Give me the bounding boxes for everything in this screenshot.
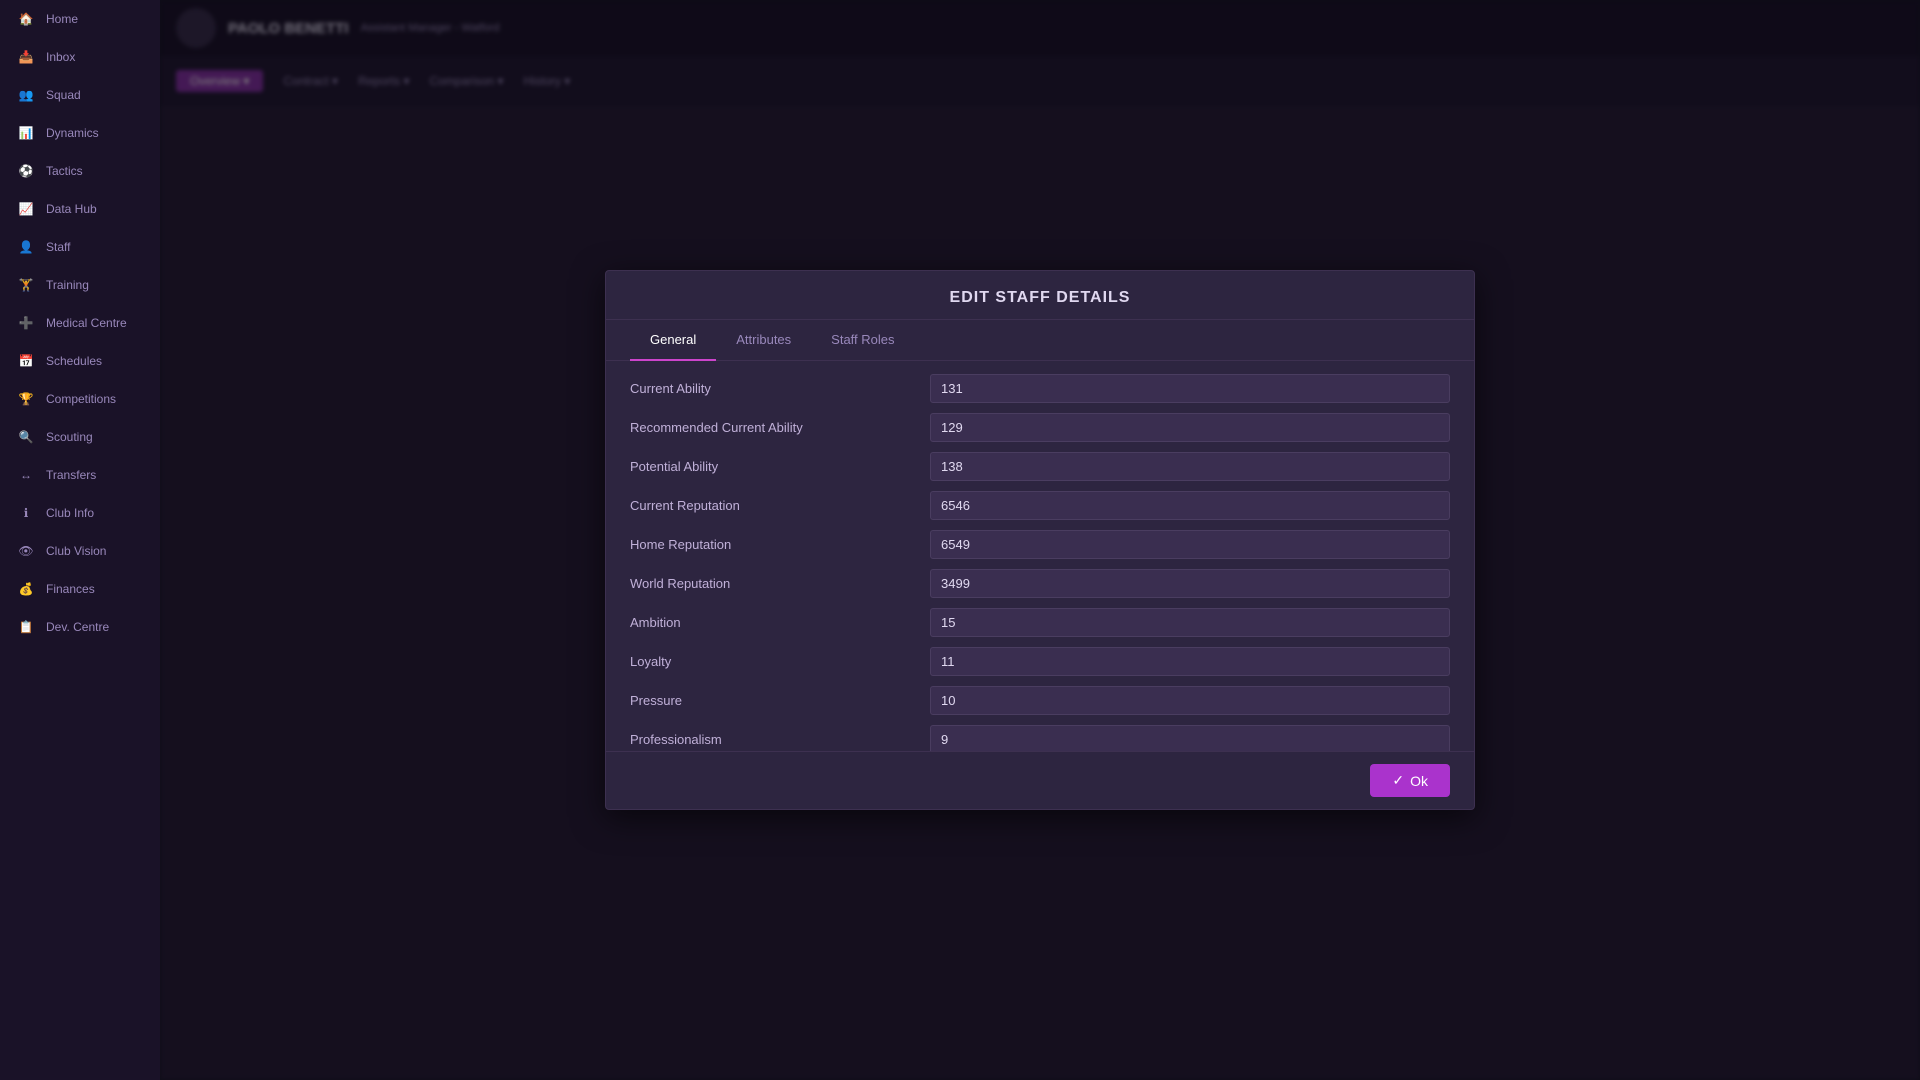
label-current-reputation: Current Reputation <box>630 498 930 513</box>
sidebar-item-medical[interactable]: ➕ Medical Centre <box>0 304 160 342</box>
label-recommended-ability: Recommended Current Ability <box>630 420 930 435</box>
form-row-ambition: Ambition <box>630 603 1450 642</box>
tab-attributes[interactable]: Attributes <box>716 320 811 361</box>
sidebar-label-medical: Medical Centre <box>46 316 127 330</box>
sidebar-label-schedules: Schedules <box>46 354 102 368</box>
clubvision-icon: 👁 <box>16 541 36 561</box>
label-world-reputation: World Reputation <box>630 576 930 591</box>
modal-title: EDIT STAFF DETAILS <box>950 289 1131 306</box>
checkmark-icon: ✓ <box>1392 772 1404 789</box>
sidebar-item-datahub[interactable]: 📈 Data Hub <box>0 190 160 228</box>
modal-body: Current Ability Recommended Current Abil… <box>606 361 1474 751</box>
label-current-ability: Current Ability <box>630 381 930 396</box>
input-home-reputation[interactable] <box>930 530 1450 559</box>
sidebar-item-inbox[interactable]: 📥 Inbox <box>0 38 160 76</box>
sidebar: 🏠 Home 📥 Inbox 👥 Squad 📊 Dynamics ⚽ Tact… <box>0 0 160 1080</box>
tactics-icon: ⚽ <box>16 161 36 181</box>
input-pressure[interactable] <box>930 686 1450 715</box>
label-pressure: Pressure <box>630 693 930 708</box>
sidebar-item-scouting[interactable]: 🔍 Scouting <box>0 418 160 456</box>
input-current-reputation[interactable] <box>930 491 1450 520</box>
sidebar-label-staff: Staff <box>46 240 70 254</box>
sidebar-item-staff[interactable]: 👤 Staff <box>0 228 160 266</box>
sidebar-item-home[interactable]: 🏠 Home <box>0 0 160 38</box>
staff-icon: 👤 <box>16 237 36 257</box>
sidebar-item-squad[interactable]: 👥 Squad <box>0 76 160 114</box>
edit-staff-modal: EDIT STAFF DETAILS General Attributes St… <box>605 270 1475 810</box>
input-loyalty[interactable] <box>930 647 1450 676</box>
sidebar-label-training: Training <box>46 278 89 292</box>
modal-tabs: General Attributes Staff Roles <box>606 320 1474 361</box>
devcentre-icon: 📋 <box>16 617 36 637</box>
sidebar-label-clubinfo: Club Info <box>46 506 94 520</box>
sidebar-label-tactics: Tactics <box>46 164 83 178</box>
modal-header: EDIT STAFF DETAILS <box>606 271 1474 320</box>
input-world-reputation[interactable] <box>930 569 1450 598</box>
sidebar-item-schedules[interactable]: 📅 Schedules <box>0 342 160 380</box>
input-ambition[interactable] <box>930 608 1450 637</box>
modal-footer: ✓ Ok <box>606 751 1474 809</box>
sidebar-item-finances[interactable]: 💰 Finances <box>0 570 160 608</box>
squad-icon: 👥 <box>16 85 36 105</box>
input-professionalism[interactable] <box>930 725 1450 751</box>
sidebar-item-dynamics[interactable]: 📊 Dynamics <box>0 114 160 152</box>
ok-label: Ok <box>1410 773 1428 789</box>
form-row-loyalty: Loyalty <box>630 642 1450 681</box>
scouting-icon: 🔍 <box>16 427 36 447</box>
label-ambition: Ambition <box>630 615 930 630</box>
label-home-reputation: Home Reputation <box>630 537 930 552</box>
form-row-world-reputation: World Reputation <box>630 564 1450 603</box>
sidebar-label-home: Home <box>46 12 78 26</box>
sidebar-label-squad: Squad <box>46 88 81 102</box>
sidebar-item-tactics[interactable]: ⚽ Tactics <box>0 152 160 190</box>
sidebar-label-datahub: Data Hub <box>46 202 97 216</box>
training-icon: 🏋 <box>16 275 36 295</box>
sidebar-item-training[interactable]: 🏋 Training <box>0 266 160 304</box>
form-row-recommended-ability: Recommended Current Ability <box>630 408 1450 447</box>
form-row-home-reputation: Home Reputation <box>630 525 1450 564</box>
tab-staff-roles[interactable]: Staff Roles <box>811 320 914 361</box>
sidebar-item-transfers[interactable]: ↔ Transfers <box>0 456 160 494</box>
sidebar-item-competitions[interactable]: 🏆 Competitions <box>0 380 160 418</box>
medical-icon: ➕ <box>16 313 36 333</box>
input-potential-ability[interactable] <box>930 452 1450 481</box>
clubinfo-icon: ℹ <box>16 503 36 523</box>
form-row-current-ability: Current Ability <box>630 369 1450 408</box>
sidebar-label-scouting: Scouting <box>46 430 93 444</box>
label-potential-ability: Potential Ability <box>630 459 930 474</box>
sidebar-label-competitions: Competitions <box>46 392 116 406</box>
sidebar-label-transfers: Transfers <box>46 468 96 482</box>
sidebar-label-dynamics: Dynamics <box>46 126 99 140</box>
schedules-icon: 📅 <box>16 351 36 371</box>
competitions-icon: 🏆 <box>16 389 36 409</box>
modal-overlay: EDIT STAFF DETAILS General Attributes St… <box>160 0 1920 1080</box>
tab-general[interactable]: General <box>630 320 716 361</box>
label-professionalism: Professionalism <box>630 732 930 747</box>
input-current-ability[interactable] <box>930 374 1450 403</box>
sidebar-item-clubinfo[interactable]: ℹ Club Info <box>0 494 160 532</box>
form-row-potential-ability: Potential Ability <box>630 447 1450 486</box>
sidebar-item-clubvision[interactable]: 👁 Club Vision <box>0 532 160 570</box>
sidebar-label-devcentre: Dev. Centre <box>46 620 109 634</box>
ok-button[interactable]: ✓ Ok <box>1370 764 1450 797</box>
input-recommended-ability[interactable] <box>930 413 1450 442</box>
label-loyalty: Loyalty <box>630 654 930 669</box>
form-row-professionalism: Professionalism <box>630 720 1450 751</box>
sidebar-item-devcentre[interactable]: 📋 Dev. Centre <box>0 608 160 646</box>
sidebar-label-clubvision: Club Vision <box>46 544 106 558</box>
transfers-icon: ↔ <box>16 465 36 485</box>
finances-icon: 💰 <box>16 579 36 599</box>
dynamics-icon: 📊 <box>16 123 36 143</box>
datahub-icon: 📈 <box>16 199 36 219</box>
form-row-current-reputation: Current Reputation <box>630 486 1450 525</box>
inbox-icon: 📥 <box>16 47 36 67</box>
sidebar-label-inbox: Inbox <box>46 50 75 64</box>
form-row-pressure: Pressure <box>630 681 1450 720</box>
home-icon: 🏠 <box>16 9 36 29</box>
sidebar-label-finances: Finances <box>46 582 95 596</box>
